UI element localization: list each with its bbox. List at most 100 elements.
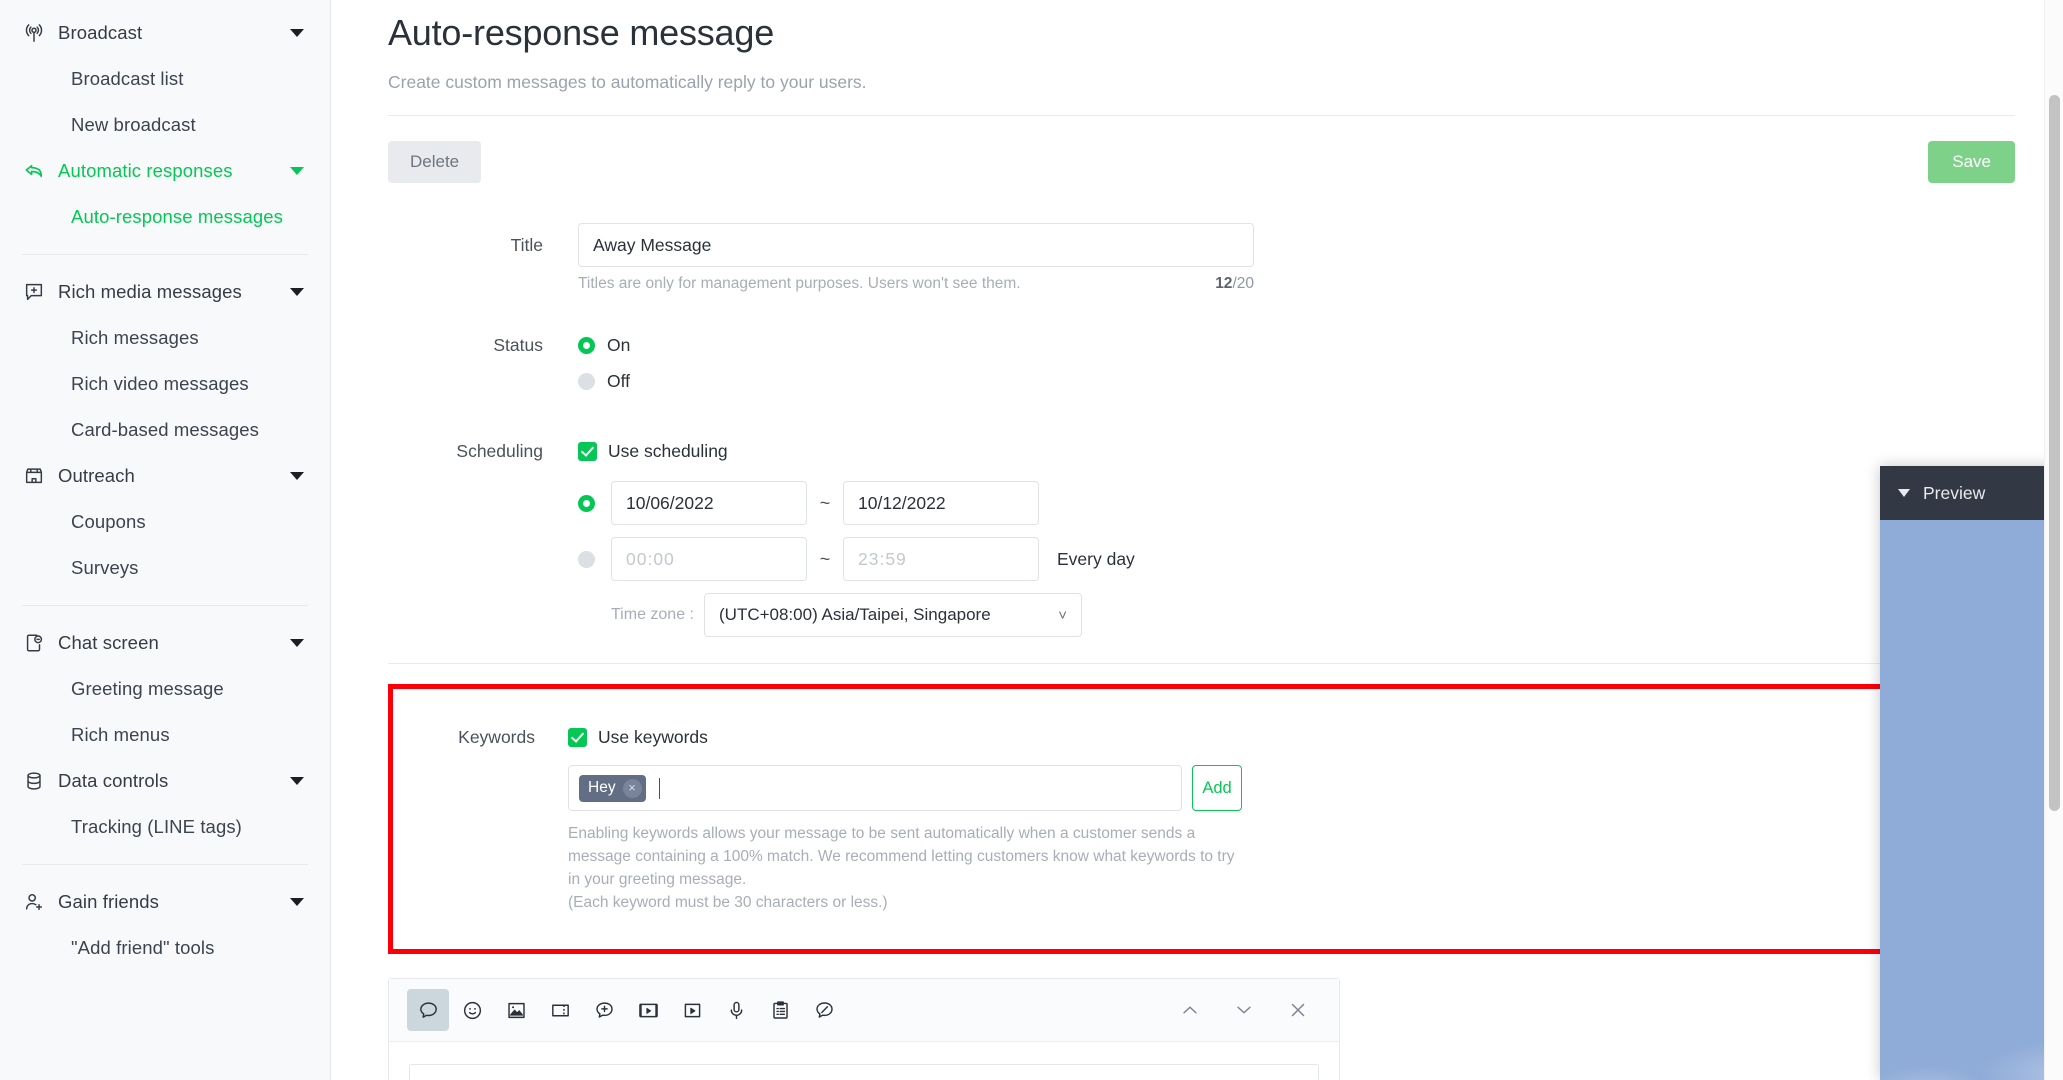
chevron-down-icon[interactable]: [290, 29, 304, 37]
sidebar-item-broadcast[interactable]: Broadcast: [0, 10, 330, 56]
remove-keyword-icon[interactable]: ×: [622, 778, 642, 798]
schedule-end-date-input[interactable]: [843, 481, 1039, 525]
sidebar-item-rich-menus[interactable]: Rich menus: [0, 712, 330, 758]
move-up-icon[interactable]: [1169, 989, 1211, 1031]
field-keywords: Keywords Use keywords Hey × Add Enabling…: [393, 715, 2010, 915]
rich-message-icon[interactable]: [583, 989, 625, 1031]
sidebar-item-gain-friends[interactable]: Gain friends: [0, 879, 330, 925]
chevron-down-icon[interactable]: [290, 288, 304, 296]
sidebar-item-label: Data controls: [58, 770, 169, 791]
add-keyword-button[interactable]: Add: [1192, 765, 1242, 811]
title-input[interactable]: [578, 223, 1254, 267]
sidebar-item-card-based-messages[interactable]: Card-based messages: [0, 407, 330, 453]
chevron-down-icon[interactable]: [290, 777, 304, 785]
chevron-down-icon[interactable]: [290, 167, 304, 175]
nav-group-chat-screen: Chat screen Greeting message Rich menus: [0, 620, 330, 758]
status-option-off[interactable]: Off: [578, 363, 2015, 399]
sidebar-item-add-friend-tools[interactable]: "Add friend" tools: [0, 925, 330, 971]
save-button[interactable]: Save: [1928, 141, 2015, 183]
sidebar-divider: [22, 864, 308, 865]
keywords-description: Enabling keywords allows your message to…: [568, 823, 1240, 915]
sidebar-item-surveys[interactable]: Surveys: [0, 545, 330, 591]
use-scheduling-checkbox[interactable]: [578, 441, 597, 461]
nav-group-outreach: Outreach Coupons Surveys: [0, 453, 330, 591]
remove-icon[interactable]: [1277, 989, 1319, 1031]
title-helper-row: Titles are only for management purposes.…: [578, 275, 1254, 293]
chevron-down-icon[interactable]: [290, 472, 304, 480]
chevron-down-icon[interactable]: [290, 898, 304, 906]
data-controls-icon: [22, 769, 46, 793]
sidebar-divider: [22, 254, 308, 255]
sidebar: Broadcast Broadcast list New broadcast A…: [0, 0, 331, 1080]
keywords-section-highlight: Keywords Use keywords Hey × Add Enabling…: [388, 684, 2015, 955]
sidebar-item-label: Chat screen: [58, 632, 159, 653]
status-option-on[interactable]: On: [578, 327, 2015, 363]
sidebar-item-label: Broadcast: [58, 22, 143, 43]
radio-date-range-icon[interactable]: [578, 494, 595, 512]
sidebar-item-new-broadcast[interactable]: New broadcast: [0, 102, 330, 148]
message-text-input[interactable]: Enter text: [409, 1064, 1319, 1080]
preview-title: Preview: [1923, 482, 1986, 503]
delete-button[interactable]: Delete: [388, 141, 482, 183]
video-icon[interactable]: [671, 989, 713, 1031]
move-down-icon[interactable]: [1223, 989, 1265, 1031]
editor-toolbar-right: [1159, 989, 1321, 1031]
use-scheduling-row[interactable]: Use scheduling: [578, 429, 2015, 473]
schedule-end-time-input[interactable]: [843, 537, 1039, 581]
survey-icon[interactable]: [759, 989, 801, 1031]
rich-video-message-icon[interactable]: [627, 989, 669, 1031]
keyword-chip[interactable]: Hey ×: [579, 774, 646, 802]
keywords-description-line1: Enabling keywords allows your message to…: [568, 825, 1235, 888]
schedule-time-row: ~ Every day: [578, 537, 2015, 581]
text-cursor: [658, 777, 661, 799]
sidebar-item-tracking-line-tags[interactable]: Tracking (LINE tags): [0, 804, 330, 850]
schedule-start-date-input[interactable]: [611, 481, 807, 525]
scrollbar-thumb[interactable]: [2049, 95, 2060, 811]
card-based-message-icon[interactable]: [803, 989, 845, 1031]
chevron-down-icon[interactable]: [290, 639, 304, 647]
sidebar-item-rich-messages[interactable]: Rich messages: [0, 315, 330, 361]
timezone-select[interactable]: (UTC+08:00) Asia/Taipei, Singapore ˅: [704, 593, 1082, 637]
sidebar-item-chat-screen[interactable]: Chat screen: [0, 620, 330, 666]
coupon-icon[interactable]: [539, 989, 581, 1031]
sidebar-item-automatic-responses[interactable]: Automatic responses: [0, 148, 330, 194]
sidebar-item-rich-media-messages[interactable]: Rich media messages: [0, 269, 330, 315]
radio-time-range-icon[interactable]: [578, 550, 595, 568]
app-root: Broadcast Broadcast list New broadcast A…: [0, 0, 2063, 1080]
use-keywords-checkbox[interactable]: [568, 727, 587, 747]
title-helper-text: Titles are only for management purposes.…: [578, 275, 1021, 292]
sticker-emoji-icon[interactable]: [451, 989, 493, 1031]
timezone-row: Time zone : (UTC+08:00) Asia/Taipei, Sin…: [578, 593, 2015, 637]
settings-form: Title Titles are only for management pur…: [388, 223, 2015, 637]
sidebar-item-label: Gain friends: [58, 891, 159, 912]
page-scrollbar[interactable]: [2044, 0, 2063, 1080]
sidebar-item-broadcast-list[interactable]: Broadcast list: [0, 56, 330, 102]
sidebar-item-greeting-message[interactable]: Greeting message: [0, 666, 330, 712]
field-scheduling: Scheduling Use scheduling ~: [388, 429, 2015, 637]
image-icon[interactable]: [495, 989, 537, 1031]
nav-group-broadcast: Broadcast Broadcast list New broadcast: [0, 10, 330, 148]
scheduling-divider: [388, 663, 2015, 664]
keywords-input[interactable]: Hey ×: [568, 765, 1182, 811]
use-keywords-row[interactable]: Use keywords: [568, 715, 2010, 759]
status-off-label: Off: [607, 370, 631, 391]
radio-off-icon[interactable]: [578, 372, 595, 390]
sidebar-item-rich-video-messages[interactable]: Rich video messages: [0, 361, 330, 407]
outreach-icon: [22, 464, 46, 488]
text-message-icon[interactable]: [407, 989, 449, 1032]
voice-message-icon[interactable]: [715, 989, 757, 1031]
sidebar-item-coupons[interactable]: Coupons: [0, 499, 330, 545]
broadcast-icon: [22, 21, 46, 45]
sidebar-item-outreach[interactable]: Outreach: [0, 453, 330, 499]
schedule-start-time-input[interactable]: [611, 537, 807, 581]
sidebar-item-auto-response-messages[interactable]: Auto-response messages: [0, 194, 330, 240]
use-keywords-label: Use keywords: [598, 726, 708, 747]
collapse-triangle-icon[interactable]: [1898, 489, 1910, 497]
field-title: Title Titles are only for management pur…: [388, 223, 2015, 293]
radio-on-icon[interactable]: [578, 336, 595, 354]
schedule-rows: ~ ~ Every day Time zon: [578, 481, 2015, 637]
nav-group-data-controls: Data controls Tracking (LINE tags): [0, 758, 330, 850]
sidebar-item-data-controls[interactable]: Data controls: [0, 758, 330, 804]
status-on-label: On: [607, 334, 631, 355]
keyword-chip-label: Hey: [588, 779, 616, 796]
